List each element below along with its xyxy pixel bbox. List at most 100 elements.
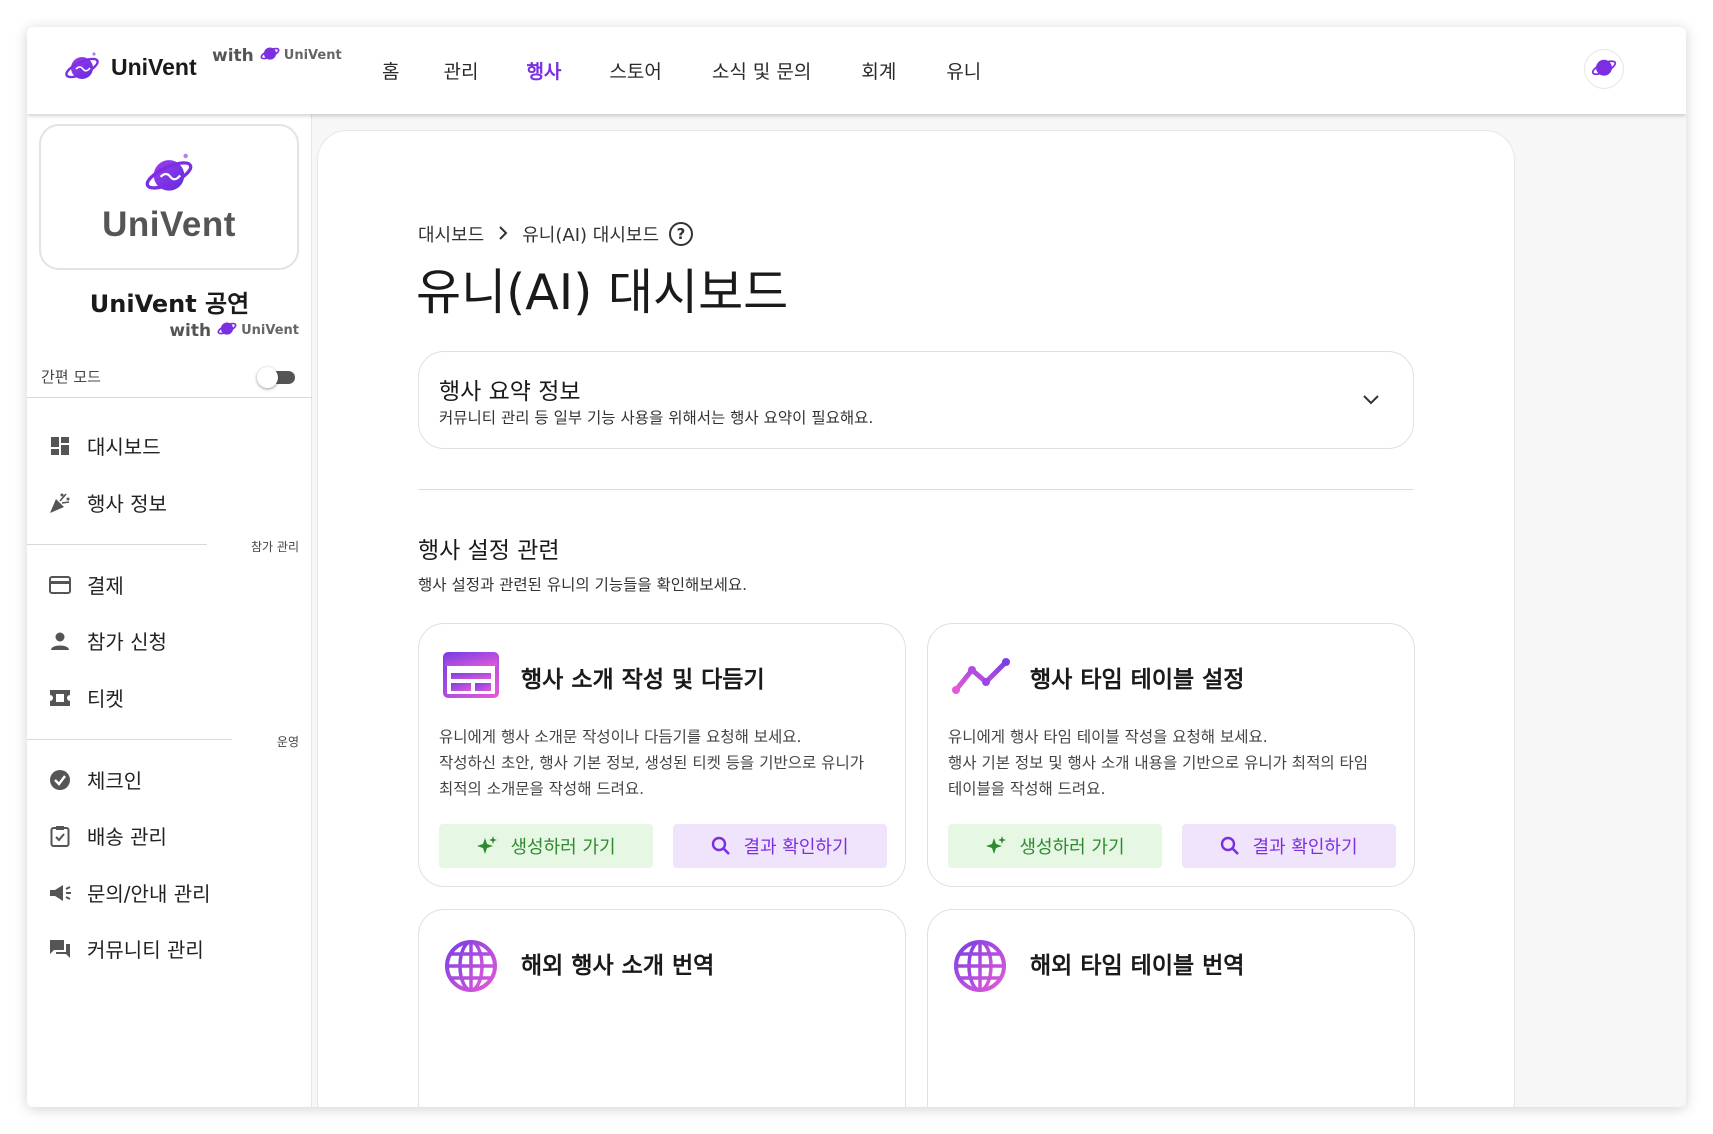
section-label-operation: 운영 (276, 735, 299, 749)
megaphone-icon (47, 880, 73, 906)
search-icon (1220, 836, 1240, 856)
app-window: UniVent with UniVent 홈 관리 행사 스토어 소식 및 문의… (27, 27, 1686, 1107)
sidebar-item-label: 배송 관리 (87, 825, 167, 849)
feature-card-intro: 행사 소개 작성 및 다듬기 유니에게 행사 소개문 작성이나 다듬기를 요청해… (418, 623, 906, 887)
celebration-icon (47, 490, 73, 516)
main-menu: 홈 관리 행사 스토어 소식 및 문의 회계 유니 (382, 57, 981, 84)
sidebar-item-inquiry[interactable]: 문의/안내 관리 (47, 878, 211, 907)
generate-button[interactable]: 생성하러 가기 (439, 824, 653, 868)
partner-name: UniVent (241, 323, 299, 338)
feature-desc-line: 유니에게 행사 타임 테이블 작성을 요청해 보세요. (948, 728, 1268, 746)
planet-avatar-icon (1590, 54, 1618, 84)
globe-icon (952, 938, 1008, 992)
person-icon (47, 628, 73, 654)
feature-desc-line: 테이블을 작성해 드려요. (948, 780, 1106, 798)
sidebar-item-label: 행사 정보 (87, 492, 167, 516)
menu-item-event[interactable]: 행사 (526, 57, 561, 84)
feature-title: 행사 타임 테이블 설정 (1030, 667, 1245, 693)
sidebar-item-label: 커뮤니티 관리 (87, 938, 204, 962)
section-title: 행사 설정 관련 (418, 538, 560, 564)
sidebar-item-label: 대시보드 (87, 435, 161, 459)
profile-avatar-button[interactable] (1584, 49, 1624, 89)
sidebar-divider (27, 397, 312, 398)
menu-item-accounting[interactable]: 회계 (861, 57, 896, 84)
ticket-icon (47, 685, 73, 711)
sparkle-icon (985, 835, 1007, 857)
section-divider (27, 739, 232, 740)
brand-with-partner: with UniVent (212, 43, 342, 68)
simple-mode-row: 간편 모드 (41, 366, 297, 388)
feature-desc-line: 유니에게 행사 소개문 작성이나 다듬기를 요청해 보세요. (439, 728, 802, 746)
help-icon[interactable]: ? (669, 222, 693, 246)
main-content-card: 대시보드 유니(AI) 대시보드 ? 유니(AI) 대시보드 행사 요약 정보 … (317, 130, 1515, 1107)
sidebar-item-registration[interactable]: 참가 신청 (47, 626, 167, 655)
brand-logo[interactable]: UniVent (63, 49, 197, 85)
summary-subtitle: 커뮤니티 관리 등 일부 기능 사용을 위해서는 행사 요약이 필요해요. (439, 409, 874, 427)
credit-card-icon (47, 572, 73, 598)
section-divider (27, 544, 207, 545)
sidebar: UniVent UniVent 공연 with UniVent 간편 모드 대시… (27, 114, 312, 1107)
feature-description: 유니에게 행사 타임 테이블 작성을 요청해 보세요. 행사 기본 정보 및 행… (948, 724, 1368, 802)
top-navbar: UniVent with UniVent 홈 관리 행사 스토어 소식 및 문의… (27, 27, 1686, 114)
breadcrumb-item-current: 유니(AI) 대시보드 (522, 225, 659, 246)
layout-icon (443, 652, 499, 700)
feature-desc-line: 행사 기본 정보 및 행사 소개 내용을 기반으로 유니가 최적의 타임 (948, 754, 1369, 772)
logo-card-text: UniVent (102, 205, 236, 244)
menu-item-home[interactable]: 홈 (382, 57, 399, 84)
content-divider (418, 489, 1414, 490)
sidebar-item-ticket[interactable]: 티켓 (47, 683, 124, 712)
breadcrumb-item-dashboard[interactable]: 대시보드 (418, 221, 484, 247)
sidebar-item-event-info[interactable]: 행사 정보 (47, 488, 167, 517)
feature-card-timetable: 행사 타임 테이블 설정 유니에게 행사 타임 테이블 작성을 요청해 보세요.… (927, 623, 1415, 887)
simple-mode-label: 간편 모드 (41, 368, 101, 386)
planet-small-icon (216, 318, 238, 343)
chevron-down-icon[interactable] (1363, 390, 1379, 409)
menu-item-news[interactable]: 소식 및 문의 (712, 57, 811, 84)
planet-logo-large-icon (140, 149, 198, 203)
view-result-button[interactable]: 결과 확인하기 (673, 824, 887, 868)
sidebar-item-label: 체크인 (87, 769, 143, 793)
breadcrumb: 대시보드 유니(AI) 대시보드 ? (418, 221, 693, 247)
search-icon (711, 836, 731, 856)
feature-desc-line: 작성하신 초안, 행사 기본 정보, 생성된 티켓 등을 기반으로 유니가 (439, 754, 864, 772)
check-circle-icon (47, 767, 73, 793)
sparkle-icon (476, 835, 498, 857)
sidebar-item-delivery[interactable]: 배송 관리 (47, 821, 167, 850)
with-label: with (212, 45, 254, 66)
view-result-button-label: 결과 확인하기 (743, 837, 849, 858)
menu-item-manage[interactable]: 관리 (443, 57, 478, 84)
forum-icon (47, 936, 73, 962)
menu-item-uni[interactable]: 유니 (946, 57, 981, 84)
generate-button-label: 생성하러 가기 (510, 837, 616, 858)
sidebar-item-payment[interactable]: 결제 (47, 570, 124, 599)
feature-title: 해외 행사 소개 번역 (521, 953, 715, 979)
dashboard-icon (47, 433, 73, 459)
simple-mode-toggle[interactable] (257, 366, 297, 388)
generate-button[interactable]: 생성하러 가기 (948, 824, 1162, 868)
feature-title: 행사 소개 작성 및 다듬기 (521, 667, 765, 693)
feature-card-timetable-translate: 해외 타임 테이블 번역 (927, 909, 1415, 1107)
org-logo-card[interactable]: UniVent (39, 124, 299, 270)
section-label-participation: 참가 관리 (251, 540, 299, 554)
toggle-knob (257, 366, 278, 388)
feature-description: 유니에게 행사 소개문 작성이나 다듬기를 요청해 보세요. 작성하신 초안, … (439, 724, 864, 802)
menu-item-store[interactable]: 스토어 (609, 57, 661, 84)
page-title: 유니(AI) 대시보드 (416, 264, 789, 321)
sidebar-item-dashboard[interactable]: 대시보드 (47, 431, 161, 460)
generate-button-label: 생성하러 가기 (1019, 837, 1125, 858)
sidebar-item-label: 참가 신청 (87, 630, 167, 654)
view-result-button[interactable]: 결과 확인하기 (1182, 824, 1396, 868)
feature-desc-line: 최적의 소개문을 작성해 드려요. (439, 780, 645, 798)
sidebar-item-checkin[interactable]: 체크인 (47, 765, 142, 794)
feature-title: 해외 타임 테이블 번역 (1030, 953, 1245, 979)
help-glyph: ? (676, 225, 686, 243)
sidebar-item-label: 문의/안내 관리 (87, 882, 211, 906)
brand-name: UniVent (111, 53, 197, 80)
planet-logo-icon (63, 49, 101, 85)
view-result-button-label: 결과 확인하기 (1252, 837, 1358, 858)
with-label: with (169, 320, 212, 341)
sidebar-item-community[interactable]: 커뮤니티 관리 (47, 934, 204, 963)
summary-title: 행사 요약 정보 (439, 379, 581, 405)
event-summary-accordion[interactable]: 행사 요약 정보 커뮤니티 관리 등 일부 기능 사용을 위해서는 행사 요약이… (418, 351, 1414, 449)
timeline-icon (952, 652, 1010, 700)
